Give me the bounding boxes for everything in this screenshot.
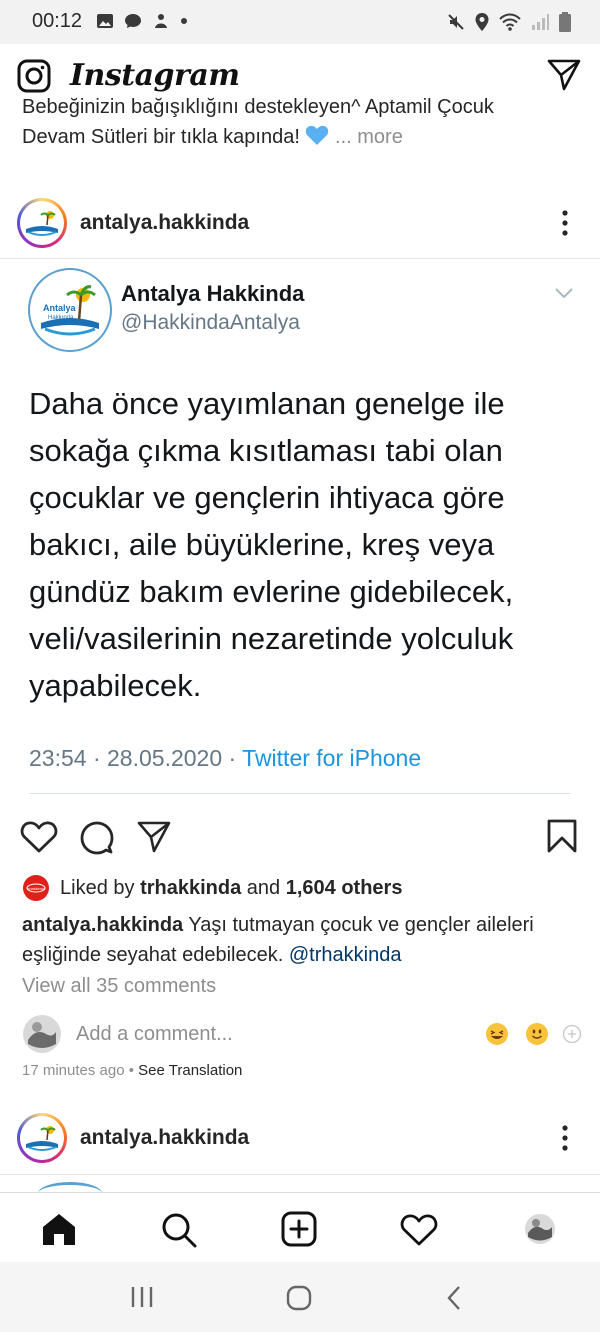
liked-by-prefix: Liked by <box>60 876 135 899</box>
status-time: 00:12 <box>32 10 83 32</box>
tweet-avatar: Antalya Hakkında <box>28 268 112 352</box>
previous-caption-line1: Bebeğinizin bağışıklığını destekleyen^ A… <box>22 96 494 118</box>
more-options-icon[interactable] <box>561 210 569 236</box>
chevron-down-icon <box>555 288 573 299</box>
comment-icon[interactable] <box>78 820 114 856</box>
recent-apps-icon[interactable] <box>130 1286 154 1308</box>
bookmark-icon[interactable] <box>546 818 578 854</box>
view-all-comments[interactable]: View all 35 comments <box>22 975 216 998</box>
location-icon <box>475 13 489 31</box>
add-emoji-icon[interactable] <box>562 1024 582 1044</box>
status-bar: 00:12 <box>0 0 600 44</box>
home-button-icon[interactable] <box>286 1285 312 1311</box>
previous-post-caption: Bebeğinizin bağışıklığını destekleyen^ A… <box>22 96 582 152</box>
blue-heart-icon <box>306 125 329 145</box>
antalya-logo-icon: Antalya Hakkında <box>34 274 106 346</box>
tweet-divider <box>29 793 571 794</box>
smiling-emoji-icon[interactable] <box>526 1023 548 1045</box>
tweet-handle: @HakkindaAntalya <box>121 311 300 334</box>
user-avatar <box>23 1015 61 1053</box>
message-icon <box>125 14 141 28</box>
liked-by-text: Liked by trhakkinda and 1,604 others <box>60 877 402 900</box>
caption-mention[interactable]: @trhakkinda <box>289 944 402 966</box>
tweet-meta-sep: · <box>86 745 108 771</box>
liked-by-others[interactable]: 1,604 others <box>286 877 403 899</box>
app-logo: Instagram <box>70 58 240 93</box>
system-icons <box>446 11 572 33</box>
comment-input[interactable]: Add a comment... <box>76 1023 486 1046</box>
liker-avatar-text: trhakkinda <box>27 886 46 891</box>
app-notification-icon <box>155 14 167 28</box>
liked-by-row[interactable]: trhakkinda Liked by trhakkinda and 1,604… <box>22 874 402 902</box>
signal-icon <box>532 14 549 30</box>
wifi-icon <box>499 13 521 31</box>
post-divider <box>0 258 600 259</box>
tweet-time: 23:54 <box>29 745 87 771</box>
tweet-date: 28.05.2020 <box>107 745 223 771</box>
tweet-source: Twitter for iPhone <box>242 745 422 771</box>
post-timestamp: 17 minutes ago • See Translation <box>22 1062 242 1079</box>
liked-by-user[interactable]: trhakkinda <box>140 877 241 899</box>
profile-avatar[interactable] <box>524 1213 556 1245</box>
activity-heart-icon[interactable] <box>400 1213 438 1247</box>
tweet-meta-sep: · <box>222 745 243 771</box>
more-link[interactable]: ... more <box>335 126 403 148</box>
back-icon[interactable] <box>446 1285 462 1311</box>
next-post-avatar[interactable] <box>17 1113 67 1163</box>
tweet-text: Daha önce yayımlanan genelge ile sokağa … <box>29 386 514 703</box>
liker-avatar[interactable]: trhakkinda <box>22 874 50 902</box>
post-header: antalya.hakkinda <box>0 190 600 256</box>
battery-icon <box>559 12 571 32</box>
antalya-logo-icon <box>23 204 61 242</box>
next-post-header: antalya.hakkinda <box>0 1105 600 1171</box>
gallery-icon <box>97 14 113 28</box>
see-translation-link[interactable]: See Translation <box>138 1062 242 1079</box>
post-actions <box>0 812 600 862</box>
tweet-display-name: Antalya Hakkinda <box>121 281 305 306</box>
avatar-text-line2: Hakkında <box>48 315 74 321</box>
timestamp-sep: • <box>124 1062 139 1079</box>
more-options-icon[interactable] <box>561 1125 569 1151</box>
dot-icon <box>181 18 187 24</box>
like-heart-icon[interactable] <box>20 820 58 854</box>
time-ago: 17 minutes ago <box>22 1062 125 1079</box>
bottom-navigation <box>0 1192 600 1263</box>
add-comment-row: Add a comment... <box>22 1014 582 1054</box>
share-icon[interactable] <box>136 820 172 854</box>
post-caption: antalya.hakkinda Yaşı tutmayan çocuk ve … <box>22 910 582 970</box>
caption-username[interactable]: antalya.hakkinda <box>22 914 183 936</box>
avatar-text-line1: Antalya <box>43 303 77 313</box>
home-icon[interactable] <box>40 1211 78 1247</box>
new-post-icon[interactable] <box>281 1211 317 1247</box>
system-navigation-bar <box>0 1262 600 1332</box>
tweet-meta: 23:54 · 28.05.2020 · Twitter for iPhone <box>29 745 421 772</box>
next-post-divider <box>0 1174 600 1175</box>
post-username[interactable]: antalya.hakkinda <box>80 211 249 235</box>
antalya-logo-icon <box>23 1119 61 1157</box>
post-avatar[interactable] <box>17 198 67 248</box>
direct-message-icon[interactable] <box>546 58 582 92</box>
camera-icon[interactable] <box>16 58 52 94</box>
next-post-username[interactable]: antalya.hakkinda <box>80 1126 249 1150</box>
search-icon[interactable] <box>160 1211 198 1249</box>
liked-by-and: and <box>246 876 281 899</box>
mute-icon <box>448 14 464 30</box>
notification-icons <box>96 12 188 30</box>
laughing-emoji-icon[interactable] <box>486 1023 508 1045</box>
previous-caption-line2: Devam Sütleri bir tıkla kapında! <box>22 126 300 148</box>
